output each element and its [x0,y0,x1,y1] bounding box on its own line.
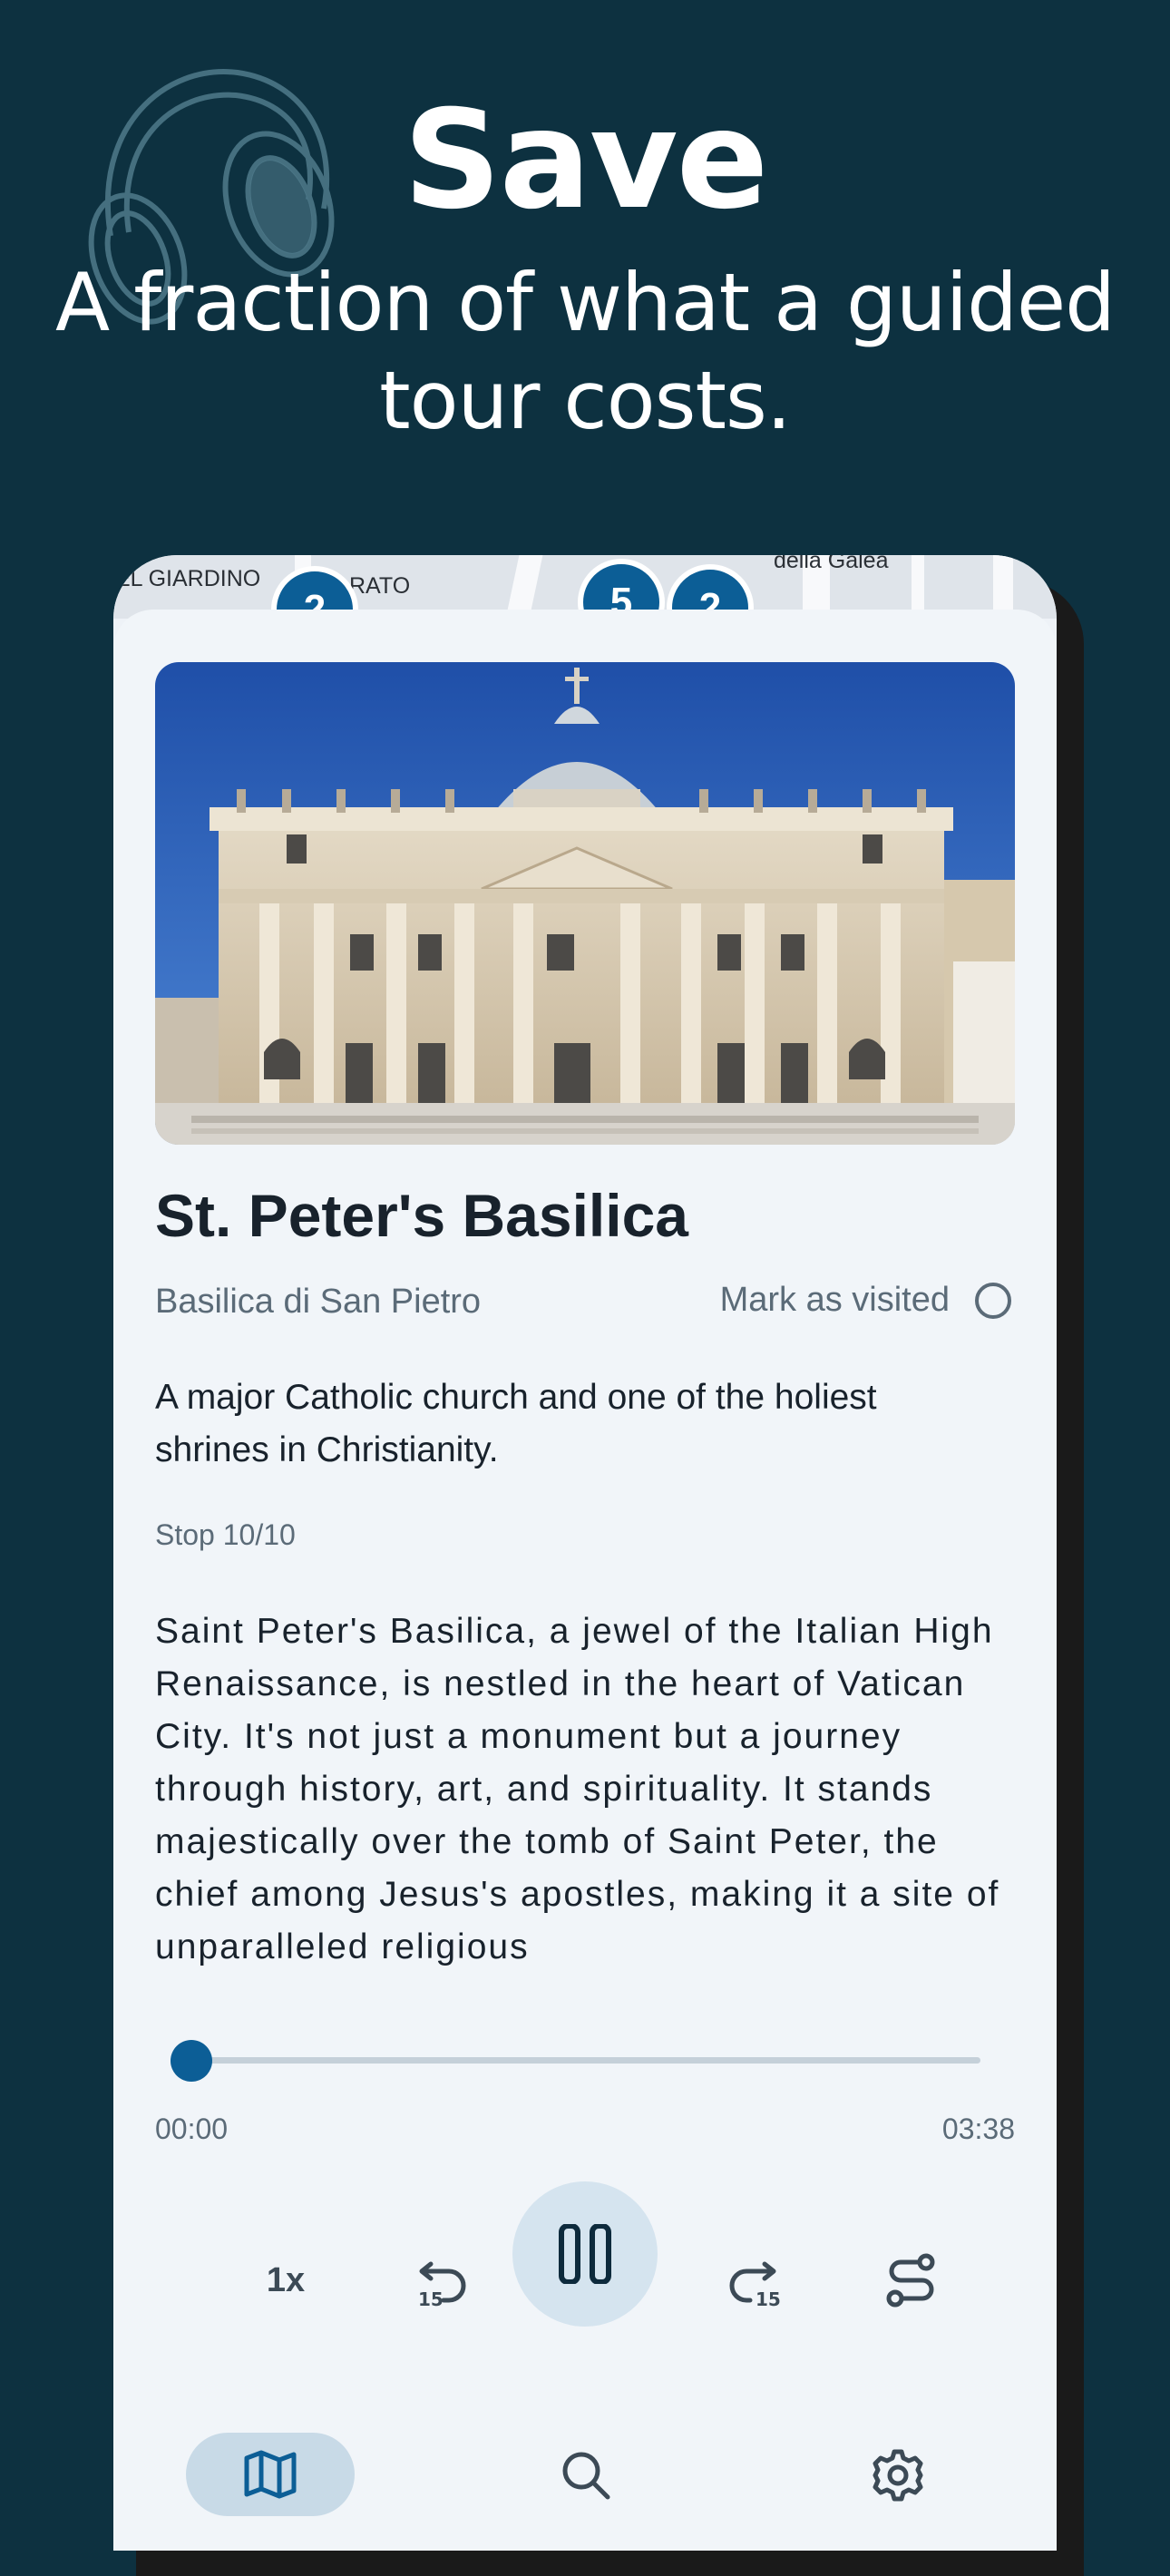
nav-map-tab[interactable] [186,2433,355,2516]
route-icon [886,2253,935,2308]
stop-detail-sheet: St. Peter's Basilica Basilica di San Pie… [113,610,1057,2551]
place-summary: A major Catholic church and one of the h… [155,1378,877,1469]
svg-text:15: 15 [756,2288,781,2309]
rewind-15-button[interactable]: 15 [396,2235,487,2326]
audio-progress-track[interactable] [191,2057,980,2064]
search-icon [562,2452,610,2500]
place-title: St. Peter's Basilica [155,1182,689,1249]
playback-speed-button[interactable]: 1x [240,2235,331,2326]
hero-subtitle: A fraction of what a guided tour costs. [55,256,1116,447]
forward-15-icon: 15 [729,2261,781,2309]
hero-title: Save [403,82,769,239]
stop-counter: Stop 10/10 [155,1518,296,1551]
route-button[interactable] [866,2235,957,2326]
elapsed-time: 00:00 [155,2113,229,2145]
settings-icon [873,2449,923,2502]
map-label: EL GIARDINO [115,566,261,591]
device-screen: EL GIARDINO RATO della Galea 2 5 2 St. P… [113,555,1057,2551]
nav-search-tab[interactable] [545,2435,627,2516]
nav-settings-tab[interactable] [857,2435,939,2516]
audio-progress-thumb[interactable] [171,2040,212,2082]
mark-visited-toggle[interactable]: Mark as visited [720,1281,1011,1320]
pause-icon [559,2224,611,2284]
map-icon [244,2450,297,2499]
rewind-15-icon: 15 [418,2261,466,2309]
radio-circle-icon[interactable] [975,1282,1011,1319]
place-photo [155,662,1015,1145]
pause-button[interactable] [512,2181,658,2327]
place-local-name: Basilica di San Pietro [155,1283,482,1321]
place-description: Saint Peter's Basilica, a jewel of the I… [155,1612,1000,1966]
map-label: della Galea [774,555,889,573]
mark-visited-label: Mark as visited [719,1281,950,1319]
map-label: RATO [349,573,411,599]
total-duration: 03:38 [941,2113,1015,2145]
svg-text:15: 15 [418,2288,444,2309]
forward-15-button[interactable]: 15 [708,2235,799,2326]
